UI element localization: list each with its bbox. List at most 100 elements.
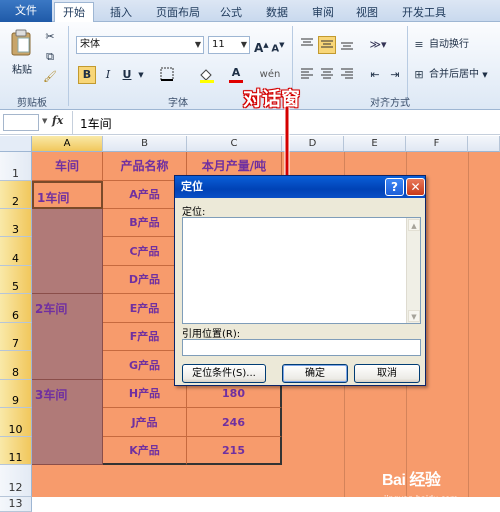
align-right-icon[interactable] (338, 66, 356, 84)
row-header-10[interactable]: 10 (0, 408, 32, 437)
tab-review[interactable]: 审阅 (308, 3, 338, 22)
shrink-font-icon[interactable]: A▼ (270, 36, 286, 58)
cell-product[interactable]: K产品 (103, 437, 187, 465)
merged-cell-workshop-3[interactable]: 3车间 (32, 380, 103, 465)
chevron-down-icon: ▼ (240, 40, 247, 49)
special-button[interactable]: 定位条件(S)... (182, 364, 266, 383)
tab-data[interactable]: 数据 (262, 3, 292, 22)
select-all-corner[interactable] (0, 136, 32, 152)
copy-icon[interactable]: ⧉ (40, 48, 60, 64)
font-size-value: 11 (212, 39, 225, 50)
phonetic-icon[interactable]: wén (258, 66, 282, 84)
align-middle-icon[interactable] (318, 36, 336, 54)
bold-button[interactable]: B (78, 66, 96, 84)
row-header-8[interactable]: 8 (0, 351, 32, 380)
tab-insert[interactable]: 插入 (104, 3, 138, 22)
column-header-g[interactable] (468, 136, 500, 152)
orientation-icon[interactable]: ≫▾ (365, 36, 391, 54)
scroll-up-icon[interactable]: ▲ (408, 219, 420, 231)
scrollbar[interactable]: ▲ ▼ (406, 218, 420, 323)
alignment-group-label: 对齐方式 (370, 98, 410, 109)
reference-input[interactable] (182, 339, 421, 356)
font-name-value: 宋体 (80, 39, 100, 50)
close-icon[interactable]: ✕ (406, 178, 425, 196)
formula-divider (72, 111, 73, 135)
row-header-12[interactable]: 12 (0, 465, 32, 497)
row-header-5[interactable]: 5 (0, 266, 32, 294)
cell-product[interactable]: J产品 (103, 408, 187, 437)
cancel-button[interactable]: 取消 (354, 364, 420, 383)
chevron-down-icon[interactable]: ▼ (42, 117, 47, 125)
border-icon[interactable] (155, 66, 179, 84)
increase-indent-icon[interactable]: ⇥ (386, 66, 404, 84)
row-header-4[interactable]: 4 (0, 237, 32, 266)
row-header-11[interactable]: 11 (0, 437, 32, 465)
paste-button[interactable]: 粘贴 (8, 62, 36, 80)
column-header-a[interactable]: A (32, 136, 103, 152)
align-left-icon[interactable] (298, 66, 316, 84)
cut-icon[interactable]: ✂ (40, 28, 60, 44)
underline-button[interactable]: U (119, 66, 135, 84)
tab-file[interactable]: 文件 (0, 0, 52, 22)
column-header-c[interactable]: C (187, 136, 282, 152)
scroll-down-icon[interactable]: ▼ (408, 310, 420, 322)
insert-function-icon[interactable]: fx (52, 114, 63, 127)
grow-font-icon[interactable]: A▲ (253, 36, 269, 57)
merge-center-label: 合并后居中 (429, 69, 479, 80)
chevron-down-icon: ▼ (194, 40, 201, 49)
wrap-text-button[interactable]: 自动换行 (428, 36, 488, 54)
help-icon[interactable]: ? (385, 178, 404, 196)
format-painter-icon[interactable]: 🖌 (40, 68, 60, 84)
ok-button[interactable]: 确定 (282, 364, 348, 383)
merge-center-button[interactable]: 合并后居中 ▼ (428, 66, 498, 84)
fill-color-icon[interactable] (195, 66, 219, 84)
formula-input[interactable]: 1车间 (80, 115, 112, 132)
row-header-9[interactable]: 9 (0, 380, 32, 408)
chevron-down-icon: ▼ (482, 71, 488, 79)
tab-developer[interactable]: 开发工具 (396, 3, 452, 22)
chevron-down-icon[interactable]: ▼ (136, 66, 146, 84)
row-header-2[interactable]: 2 (0, 181, 32, 209)
watermark-url: jingyan.baidu.com (384, 494, 458, 503)
tab-page-layout[interactable]: 页面布局 (150, 3, 206, 22)
name-box[interactable] (3, 114, 39, 131)
clipboard-group-label: 剪贴板 (17, 98, 47, 109)
merged-cell-workshop-1[interactable] (32, 209, 103, 294)
align-top-icon[interactable] (298, 36, 316, 54)
tab-formulas[interactable]: 公式 (216, 3, 246, 22)
row-header-1[interactable]: 1 (0, 152, 32, 181)
wrap-text-icon[interactable]: ≡ (412, 36, 426, 54)
cell-header-workshop[interactable]: 车间 (32, 152, 103, 181)
group-divider (68, 26, 69, 106)
row-header-13[interactable]: 13 (0, 497, 32, 512)
tab-view[interactable]: 视图 (352, 3, 382, 22)
ribbon-tab-bar: 文件 开始 插入 页面布局 公式 数据 审阅 视图 开发工具 (0, 0, 500, 23)
row-header-7[interactable]: 7 (0, 323, 32, 351)
baidu-jingyan-watermark: Bai 经验 jingyan.baidu.com (380, 466, 498, 510)
paste-icon[interactable] (6, 28, 36, 62)
goto-dialog: 定位 ? ✕ 定位: ▲ ▼ 引用位置(R): 定位条件(S)... 确定 取消 (174, 175, 426, 386)
watermark-brand: Bai 经验 (382, 472, 441, 489)
column-header-f[interactable]: F (406, 136, 468, 152)
goto-label: 定位: (182, 207, 206, 218)
row-header-6[interactable]: 6 (0, 294, 32, 323)
goto-list[interactable]: ▲ ▼ (182, 217, 421, 324)
align-center-icon[interactable] (318, 66, 336, 84)
font-name-dropdown[interactable]: 宋体 ▼ (76, 36, 204, 54)
font-color-icon[interactable]: A (224, 66, 248, 84)
gridline (468, 152, 469, 497)
italic-button[interactable]: I (100, 66, 116, 84)
cell-workshop-1-active[interactable]: 1车间 (32, 181, 103, 209)
cell-output[interactable]: 215 (187, 437, 282, 465)
decrease-indent-icon[interactable]: ⇤ (366, 66, 384, 84)
row-header-3[interactable]: 3 (0, 209, 32, 237)
cell-output[interactable]: 246 (187, 408, 282, 437)
align-bottom-icon[interactable] (338, 36, 356, 54)
merged-cell-workshop-2[interactable]: 2车间 (32, 294, 103, 380)
column-header-b[interactable]: B (103, 136, 187, 152)
column-header-e[interactable]: E (344, 136, 406, 152)
merge-center-icon[interactable]: ⊞ (412, 66, 426, 84)
formula-bar: ▼ fx 1车间 (0, 111, 500, 135)
tab-home[interactable]: 开始 (54, 2, 94, 23)
font-size-dropdown[interactable]: 11 ▼ (208, 36, 250, 54)
